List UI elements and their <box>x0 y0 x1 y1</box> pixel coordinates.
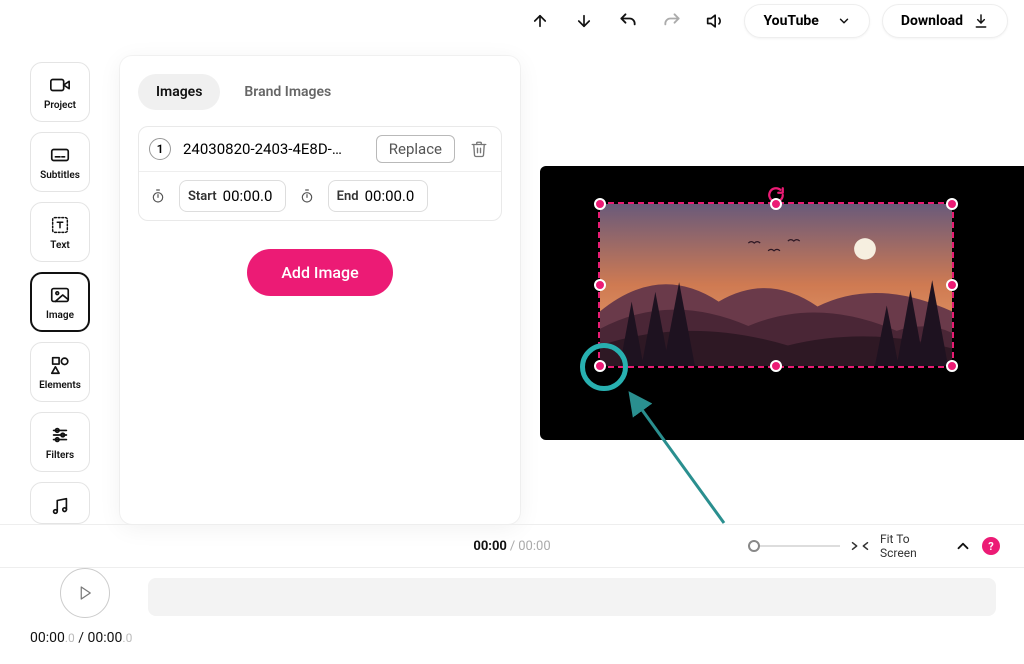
sidebar-item-project[interactable]: Project <box>30 62 90 122</box>
resize-handle-tl[interactable] <box>594 198 606 210</box>
play-total-main: 00:00 <box>88 630 123 646</box>
image-icon <box>49 284 71 306</box>
redo-button[interactable] <box>656 5 688 37</box>
sidebar-item-label: Elements <box>39 380 81 391</box>
sidebar-item-text[interactable]: Text <box>30 202 90 262</box>
end-label: End <box>337 189 359 204</box>
resize-handle-bl[interactable] <box>594 360 606 372</box>
play-current-main: 00:00 <box>30 630 65 646</box>
zoom-slider[interactable] <box>754 545 840 547</box>
start-value[interactable] <box>223 187 277 205</box>
sidebar-item-subtitles[interactable]: Subtitles <box>30 132 90 192</box>
end-value[interactable] <box>365 187 419 205</box>
elements-icon <box>49 354 71 376</box>
timeline-track[interactable] <box>148 578 996 616</box>
play-icon <box>76 584 94 602</box>
sidebar-item-label: Image <box>46 310 74 321</box>
filters-icon <box>49 424 71 446</box>
play-current-ms: .0 <box>65 631 75 645</box>
timeline-area: 00:00.0 / 00:00.0 <box>0 568 1024 664</box>
resize-handle-bm[interactable] <box>770 360 782 372</box>
play-timecode: 00:00.0 / 00:00.0 <box>30 630 132 646</box>
sidebar-item-audio[interactable] <box>30 482 90 524</box>
move-down-button[interactable] <box>568 5 600 37</box>
add-image-button[interactable]: Add Image <box>247 249 392 296</box>
selection-box[interactable] <box>598 202 954 368</box>
trash-icon <box>470 140 488 158</box>
zoom-knob[interactable] <box>748 540 760 552</box>
sidebar-item-label: Filters <box>46 450 74 461</box>
item-index: 1 <box>149 138 171 160</box>
resize-handle-br[interactable] <box>946 360 958 372</box>
total-time: 00:00 <box>518 539 550 554</box>
fit-to-screen-button[interactable]: Fit To Screen <box>880 532 944 561</box>
platform-select[interactable]: YouTube <box>744 4 869 38</box>
timecode-display: 00:00/00:00 <box>473 539 550 554</box>
resize-handle-tm[interactable] <box>770 198 782 210</box>
delete-button[interactable] <box>467 137 491 161</box>
resize-handle-tr[interactable] <box>946 198 958 210</box>
resize-handle-ml[interactable] <box>594 279 606 291</box>
sidebar-item-label: Text <box>50 240 70 251</box>
chevron-down-icon <box>837 14 851 28</box>
help-button[interactable]: ? <box>982 537 1000 555</box>
audio-button[interactable] <box>700 5 732 37</box>
image-panel: Images Brand Images 1 24030820-2403-4E8D… <box>120 56 520 524</box>
download-label: Download <box>901 13 963 29</box>
stopwatch-icon <box>149 187 167 205</box>
sidebar-item-filters[interactable]: Filters <box>30 412 90 472</box>
tab-brand-images[interactable]: Brand Images <box>226 74 349 110</box>
current-time: 00:00 <box>473 539 507 554</box>
platform-label: YouTube <box>763 13 818 29</box>
text-icon <box>49 214 71 236</box>
tab-images[interactable]: Images <box>138 74 220 110</box>
sidebar-item-label: Project <box>44 100 76 111</box>
image-item-card: 1 24030820-2403-4E8D-… Replace Start End <box>138 126 502 221</box>
fit-icon <box>850 539 870 553</box>
video-icon <box>49 74 71 96</box>
start-time-input[interactable]: Start <box>179 180 286 212</box>
play-button[interactable] <box>60 568 110 618</box>
move-up-button[interactable] <box>524 5 556 37</box>
download-button[interactable]: Download <box>882 4 1008 38</box>
sidebar-item-elements[interactable]: Elements <box>30 342 90 402</box>
chevron-up-icon[interactable] <box>954 537 972 555</box>
start-label: Start <box>188 189 217 204</box>
replace-button[interactable]: Replace <box>376 135 455 163</box>
sidebar-item-label: Subtitles <box>40 170 80 181</box>
music-icon <box>49 495 71 517</box>
stopwatch-icon <box>298 187 316 205</box>
resize-handle-mr[interactable] <box>946 279 958 291</box>
item-filename: 24030820-2403-4E8D-… <box>183 140 364 158</box>
end-time-input[interactable]: End <box>328 180 428 212</box>
subtitles-icon <box>49 144 71 166</box>
sidebar-item-image[interactable]: Image <box>30 272 90 332</box>
status-strip: 00:00/00:00 Fit To Screen ? <box>0 524 1024 568</box>
play-total-ms: .0 <box>122 631 132 645</box>
image-preview <box>600 204 952 366</box>
play-separator: / <box>75 630 88 646</box>
download-icon <box>973 13 989 29</box>
undo-button[interactable] <box>612 5 644 37</box>
canvas-preview[interactable] <box>540 166 1024 440</box>
